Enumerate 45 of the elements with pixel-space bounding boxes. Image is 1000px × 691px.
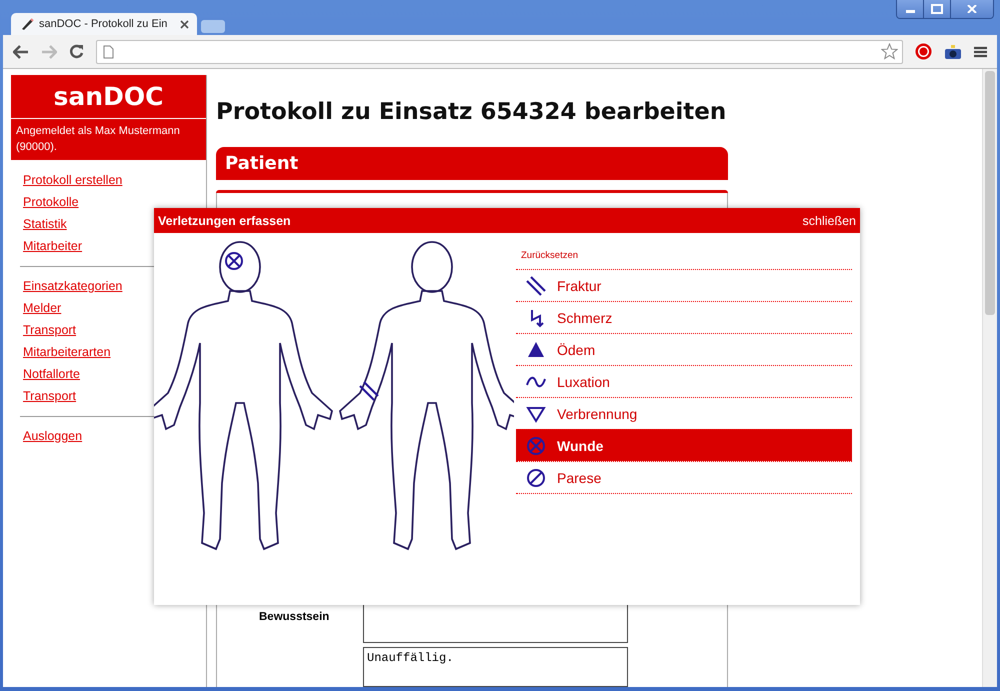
panel-header[interactable]: Patient [216, 147, 728, 180]
nav-link[interactable]: Statistik [23, 216, 67, 233]
nav-link[interactable]: Mitarbeiter [23, 238, 82, 255]
dialog-title: Verletzungen erfassen [158, 214, 291, 228]
scrollbar[interactable] [982, 69, 997, 687]
text-area[interactable]: Unauffällig. [363, 647, 628, 687]
nav-link[interactable]: Transport [23, 322, 76, 339]
injury-type-item[interactable]: Fraktur [516, 269, 852, 301]
close-link[interactable]: schließen [802, 214, 856, 228]
injury-type-item[interactable]: Ödem [516, 333, 852, 365]
nav-link[interactable]: Ausloggen [23, 428, 82, 445]
menu-icon[interactable] [974, 46, 987, 58]
nav-link[interactable]: Melder [23, 300, 62, 317]
browser-tab[interactable]: sanDOC - Protokoll zu Ein [11, 13, 197, 35]
camera-icon[interactable] [944, 44, 962, 60]
nav-link[interactable]: Protokolle [23, 194, 79, 211]
close-icon [967, 5, 977, 13]
page-heading: Protokoll zu Einsatz 654324 bearbeiten [216, 99, 728, 125]
page-icon [103, 44, 114, 58]
injury-type-item[interactable]: Wunde [516, 429, 852, 461]
body-front-drawing[interactable] [154, 241, 333, 550]
login-info: Angemeldet als Max Mustermann (90000). [11, 119, 206, 160]
scrollbar-thumb[interactable] [985, 71, 995, 315]
minimize-button[interactable] [897, 0, 923, 18]
nav-link[interactable]: Einsatzkategorien [23, 278, 122, 295]
nav-link[interactable]: Mitarbeiterarten [23, 344, 111, 361]
back-icon[interactable] [13, 44, 29, 58]
body-back-drawing[interactable] [339, 241, 514, 550]
close-icon[interactable] [180, 20, 189, 28]
field-label: Bewusstsein [258, 610, 330, 625]
nav-link[interactable]: Transport [23, 388, 76, 405]
tab-title: sanDOC - Protokoll zu Ein [39, 18, 168, 30]
pencil-icon [19, 16, 35, 32]
close-window-button[interactable] [950, 0, 993, 18]
nav-link[interactable]: Protokoll erstellen [23, 172, 122, 189]
maximize-button[interactable] [923, 0, 950, 18]
reset-link[interactable]: Zurücksetzen [521, 250, 578, 261]
injury-type-item[interactable]: Luxation [516, 365, 852, 397]
injury-type-item[interactable]: Parese [516, 461, 852, 494]
nav-link[interactable]: Notfallorte [23, 366, 80, 383]
star-icon[interactable] [881, 43, 898, 60]
stop-sign-icon[interactable] [915, 43, 932, 60]
injury-type-item[interactable]: Schmerz [516, 301, 852, 333]
site-logo[interactable]: sanDOC [11, 75, 206, 119]
reload-icon[interactable] [69, 44, 84, 59]
